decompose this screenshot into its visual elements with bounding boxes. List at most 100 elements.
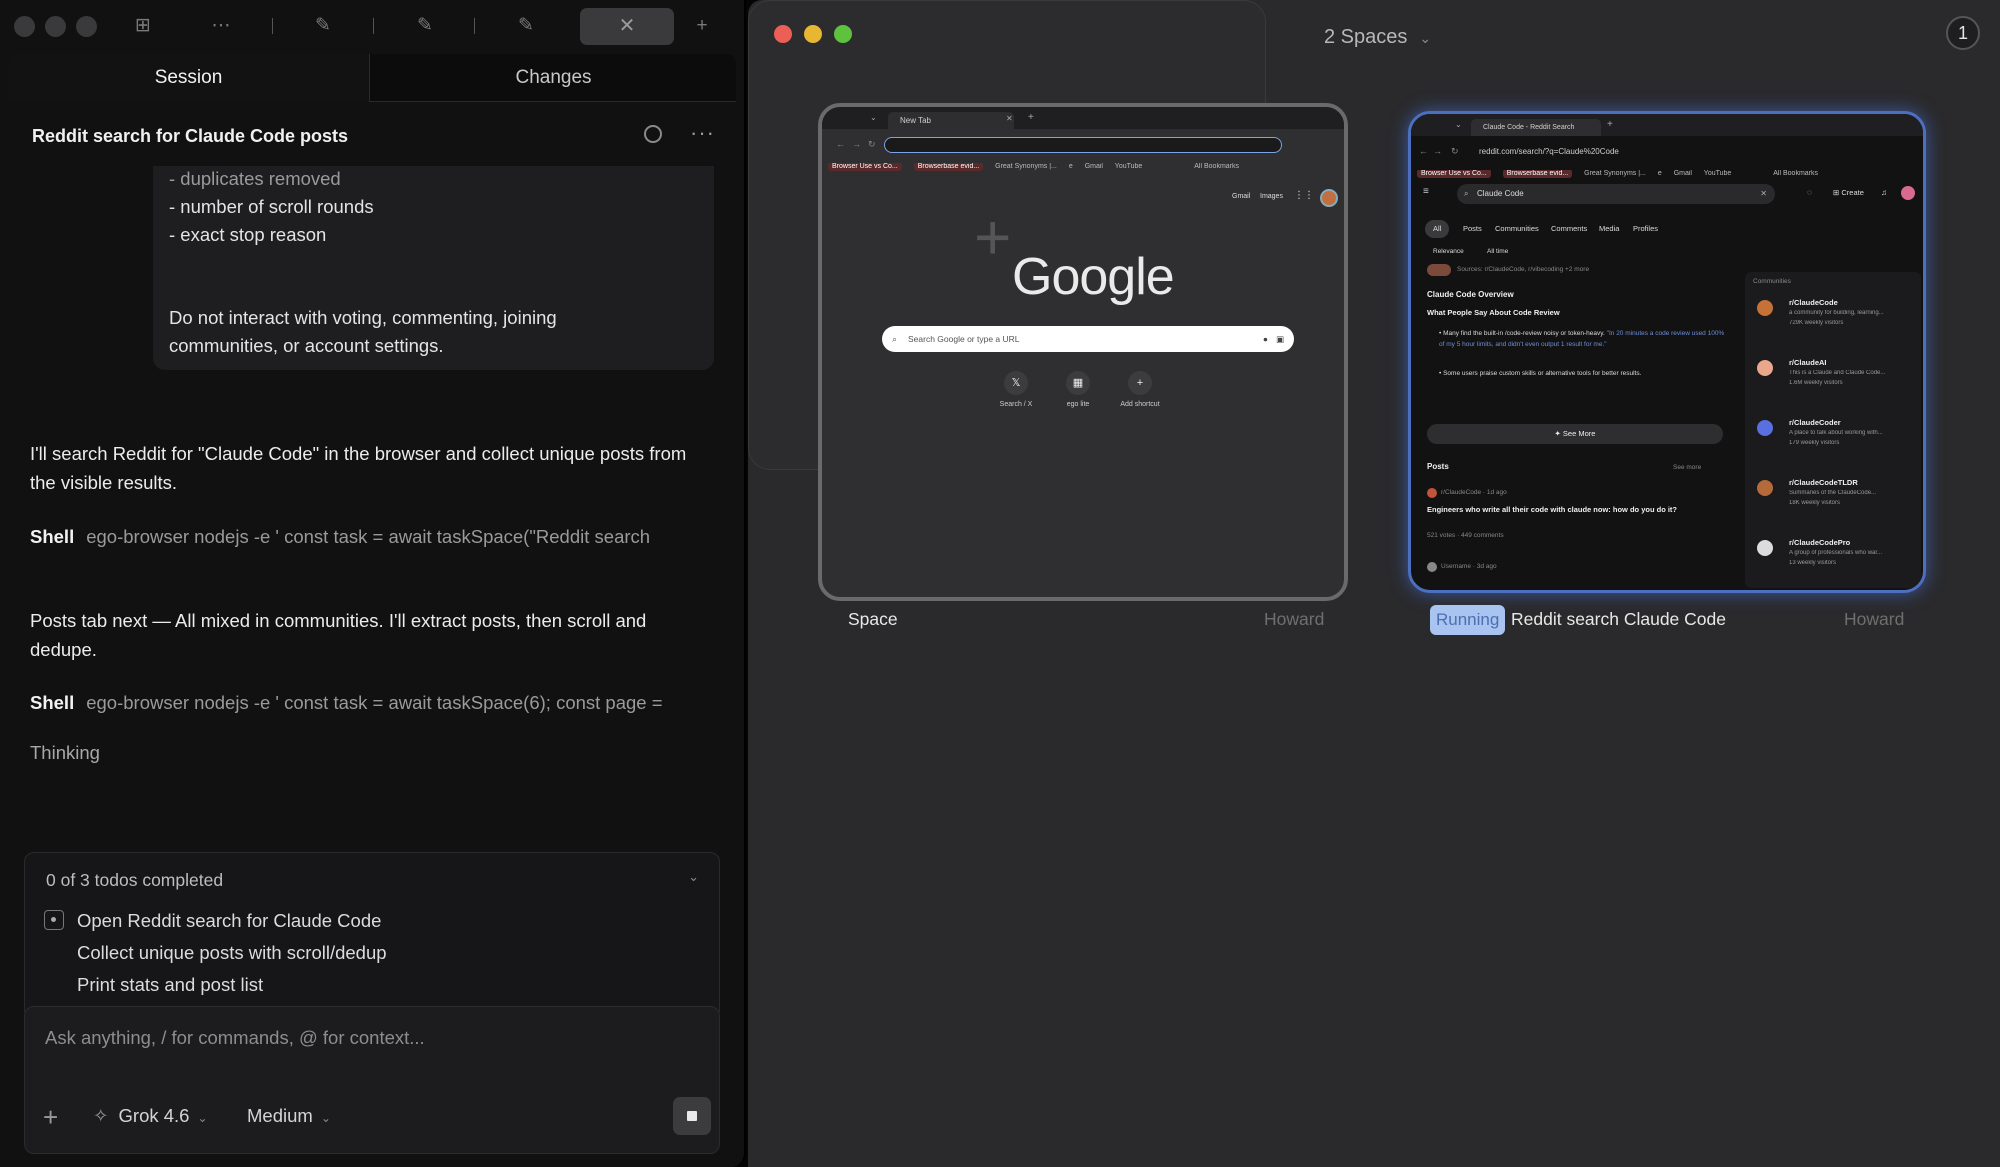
add-attachment-icon[interactable]: +: [43, 1102, 58, 1133]
shell-tool-call[interactable]: Shell ego-browser nodejs -e ' const task …: [30, 526, 720, 548]
plus-icon: +: [1607, 119, 1613, 130]
chevron-down-icon[interactable]: ⌄: [688, 869, 699, 885]
toolbar-divider: [272, 18, 273, 34]
see-more-label: See More: [1562, 429, 1596, 438]
new-session-edit-icon[interactable]: ✎: [413, 14, 437, 38]
space-card-label: Reddit search Claude Code: [1511, 609, 1726, 629]
effort-level: Medium: [247, 1105, 313, 1126]
todo-item: Collect unique posts with scroll/dedup: [77, 942, 387, 963]
shortcut-tile: ▦ ego lite: [1048, 371, 1108, 408]
agent-panel: ⊞ ⋯ ✎ ✎ ✎ ✕ + Session Changes Reddit sea…: [0, 0, 746, 1167]
todos-summary: 0 of 3 todos completed: [46, 870, 224, 890]
shell-command: ego-browser nodejs -e ' const task = awa…: [86, 526, 651, 547]
create-label: Create: [1841, 188, 1864, 197]
tab-session[interactable]: Session: [8, 54, 370, 102]
message-line: communities, or account settings.: [169, 335, 444, 356]
community-desc: A place to talk about working with...: [1789, 430, 1883, 436]
close-icon: ✕: [1760, 189, 1767, 198]
session-header: Reddit search for Claude Code posts ···: [8, 104, 736, 166]
bullet-text: Many find the built-in /code-review nois…: [1443, 330, 1605, 337]
reddit-search-query: Claude Code: [1477, 189, 1524, 198]
sources-text: Sources: r/ClaudeCode, r/vibecoding +2 m…: [1457, 266, 1590, 273]
chat-input[interactable]: [45, 1027, 685, 1049]
overview-bullet: • Many find the built-in /code-review no…: [1439, 330, 1725, 348]
community-name: r/ClaudeCodePro: [1789, 538, 1851, 547]
spaces-dropdown[interactable]: 2 Spaces ⌄: [1324, 26, 1431, 49]
spaces-title: 2 Spaces: [1324, 26, 1408, 48]
window-zoom-dot[interactable]: [76, 16, 97, 37]
plus-icon[interactable]: +: [974, 200, 1011, 274]
assistant-message: Posts tab next — All mixed in communitie…: [30, 610, 647, 660]
avatar: [1320, 189, 1338, 207]
sort-relevance: Relevance: [1433, 248, 1464, 255]
mini-address-bar: reddit.com/search/?q=Claude%20Code: [1479, 147, 1619, 156]
close-icon[interactable]: ✕: [619, 15, 636, 37]
post-meta: Username · 3d ago: [1441, 563, 1497, 570]
message-line: - number of scroll rounds: [169, 196, 374, 217]
space-card-label: Space: [848, 609, 898, 629]
space-card-running[interactable]: ⌄ Claude Code - Reddit Search + ← → ↻ re…: [1408, 111, 1926, 593]
overview-subtitle: What People Say About Code Review: [1427, 308, 1560, 317]
google-logo: Google: [1012, 248, 1175, 306]
see-more-button: ✦ See More: [1427, 424, 1723, 444]
window-minimize-dot[interactable]: [45, 16, 66, 37]
space-card-owner: Howard: [1264, 609, 1325, 629]
count-badge[interactable]: 1: [1946, 16, 1980, 50]
toolbar-divider: [373, 18, 374, 34]
bookmark: All Bookmarks: [1194, 163, 1239, 170]
community-avatar: [1757, 420, 1773, 436]
effort-select[interactable]: Medium ⌄: [247, 1105, 331, 1127]
back-icon: ←: [836, 139, 845, 149]
shortcut-label: Add shortcut: [1120, 401, 1160, 408]
more-options-icon[interactable]: ···: [690, 120, 715, 146]
todo-list: 0 of 3 todos completed ⌄ Open Reddit sea…: [24, 852, 720, 1012]
gmail-link: Gmail: [1232, 193, 1251, 200]
sparkle-icon: ✧: [93, 1105, 109, 1126]
community-stats: 18K weekly visitors: [1789, 500, 1841, 506]
shortcut-label: ego lite: [1066, 401, 1090, 408]
community-name: r/ClaudeCodeTLDR: [1789, 478, 1858, 487]
plus-icon[interactable]: +: [690, 14, 714, 38]
model-select[interactable]: ✧ Grok 4.6 ⌄: [93, 1105, 208, 1127]
status-circle-icon[interactable]: [644, 125, 662, 143]
bookmark: YouTube: [1703, 170, 1732, 177]
bookmark: YouTube: [1114, 163, 1143, 170]
posts-see-more: See more: [1673, 464, 1702, 471]
grid-add-icon[interactable]: ⊞: [131, 14, 155, 38]
community-stats: 179 weekly visitors: [1789, 440, 1840, 446]
bookmark: Browser Use vs Co...: [1417, 170, 1491, 178]
mini-tab-strip: ⌄ New Tab ✕ +: [822, 107, 1344, 129]
stop-button[interactable]: [673, 1097, 711, 1135]
filter-chip: Comments: [1551, 224, 1588, 233]
shell-tool-call[interactable]: Shell ego-browser nodejs -e ' const task …: [30, 692, 720, 714]
bookmark: Browserbase evid...: [1502, 170, 1573, 178]
window-close-dot[interactable]: [14, 16, 35, 37]
post-meta: r/ClaudeCode · 1d ago: [1441, 489, 1507, 496]
shell-command: ego-browser nodejs -e ' const task = awa…: [86, 692, 663, 713]
toolbar-divider: [474, 18, 475, 34]
forward-icon: →: [852, 139, 861, 149]
space-card[interactable]: ⌄ New Tab ✕ + ← → ↻ Browser Use vs Co...…: [818, 103, 1348, 601]
new-session-edit-icon[interactable]: ✎: [311, 14, 335, 38]
window-close-dot[interactable]: [774, 25, 792, 43]
sort-time: All time: [1487, 248, 1509, 255]
search-icon: ⌕: [892, 334, 898, 344]
camera-icon: ▣: [1275, 334, 1284, 344]
tab-changes[interactable]: Changes: [371, 54, 736, 102]
sparkle-icon: ✦: [1554, 429, 1563, 438]
bookmark: Gmail: [1084, 163, 1103, 170]
window-zoom-dot[interactable]: [834, 25, 852, 43]
new-session-edit-icon[interactable]: ✎: [514, 14, 538, 38]
post-stats: 521 votes · 449 comments: [1427, 532, 1504, 539]
bullet-text: Some users praise custom skills or alter…: [1443, 370, 1642, 377]
model-name: Grok 4.6: [118, 1105, 190, 1126]
active-tab-close-button[interactable]: ✕: [580, 8, 674, 45]
chevron-down-icon: ⌄: [870, 113, 877, 122]
todo-in-progress-checkbox[interactable]: [44, 910, 64, 930]
back-icon: ←: [1419, 146, 1428, 156]
dotted-grid-icon[interactable]: ⋯: [209, 14, 233, 38]
search-icon: ⌕: [1464, 189, 1469, 198]
create-button: ⊞ Create: [1833, 188, 1864, 197]
overview-title: Claude Code Overview: [1427, 290, 1514, 299]
window-minimize-dot[interactable]: [804, 25, 822, 43]
